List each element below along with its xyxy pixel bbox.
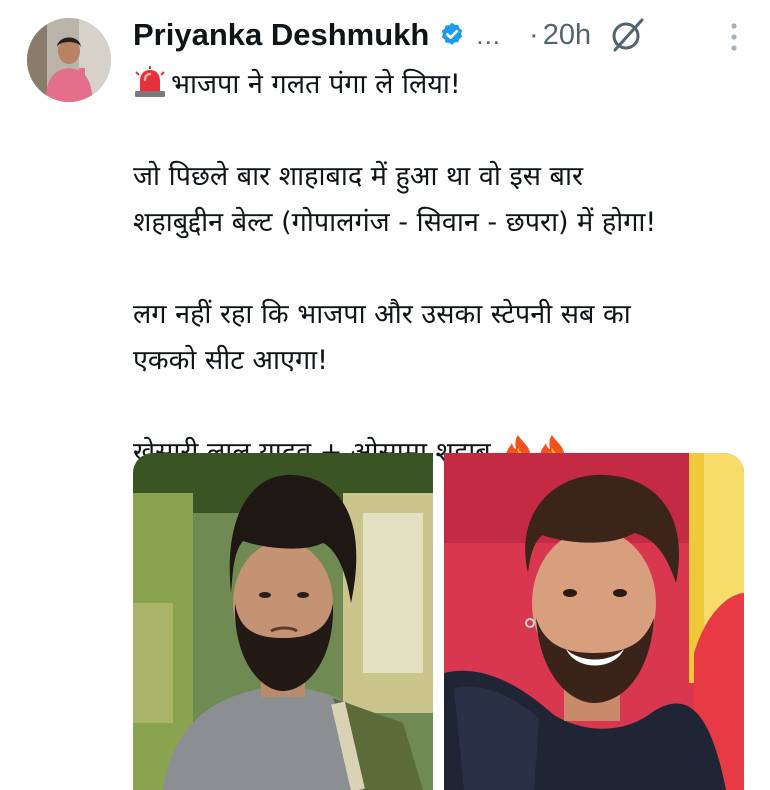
text-line: लग नहीं रहा कि भाजपा और उसका स्टेपनी सब …	[133, 299, 631, 330]
text-line: एकको सीट आएगा!	[133, 345, 328, 376]
more-vertical-icon[interactable]	[728, 22, 740, 52]
grok-icon[interactable]	[609, 16, 647, 54]
avatar-photo	[27, 18, 111, 102]
time-separator: ·	[529, 18, 539, 51]
media-grid	[133, 453, 744, 790]
text-line: शहाबुद्दीन बेल्ट (गोपालगंज - सिवान - छपर…	[133, 207, 657, 238]
tweet-text: भाजपा ने गलत पंगा ले लिया! जो पिछले बार …	[133, 62, 753, 476]
verified-badge-icon[interactable]	[438, 21, 466, 49]
author-avatar[interactable]	[27, 18, 111, 102]
media-photo-2[interactable]	[443, 453, 744, 790]
media-photo-1[interactable]	[133, 453, 434, 790]
text-line-content: भाजपा ने गलत पंगा ले लिया!	[171, 69, 461, 100]
tweet-header: Priyanka Deshmukh ... · 20h	[133, 12, 740, 58]
post-time[interactable]: · 20h	[529, 19, 591, 52]
text-line: जो पिछले बार शाहाबाद में हुआ था वो इस बा…	[133, 161, 584, 192]
author-handle[interactable]: ...	[476, 20, 501, 51]
text-line: भाजपा ने गलत पंगा ले लिया!	[133, 62, 753, 108]
photo-smiling-man-black-hoodie	[443, 453, 744, 790]
author-display-name[interactable]: Priyanka Deshmukh	[133, 17, 429, 53]
time-label: 20h	[542, 18, 592, 51]
siren-icon	[133, 66, 167, 98]
photo-bearded-man-grey-shirt	[133, 453, 433, 790]
